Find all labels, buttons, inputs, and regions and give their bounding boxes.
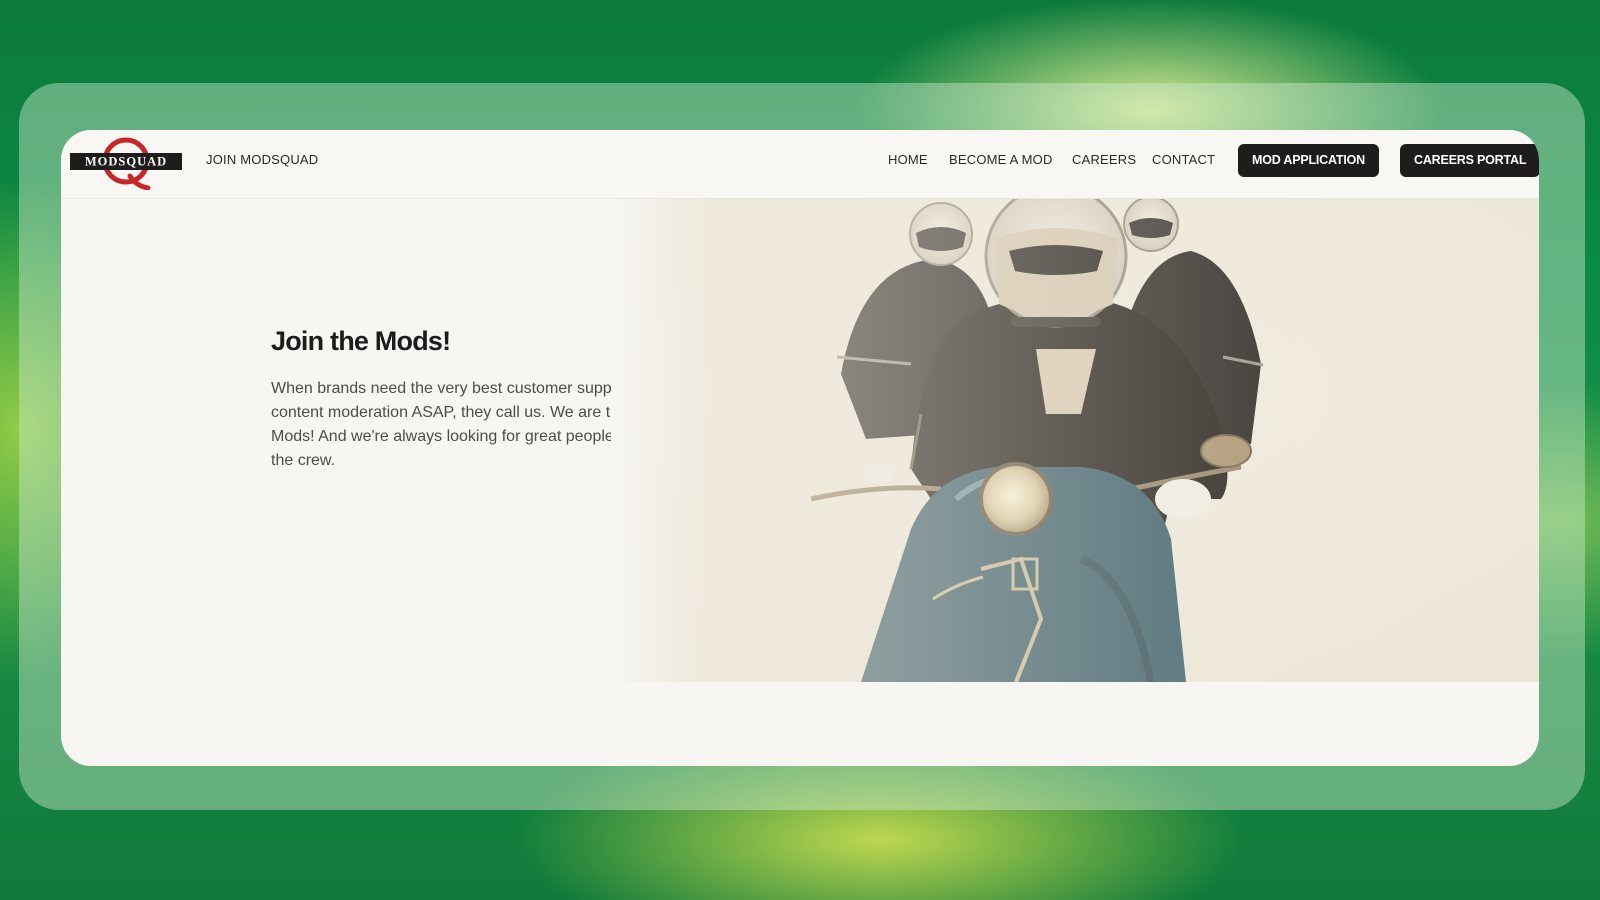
nav-link-careers[interactable]: CAREERS — [1072, 152, 1136, 167]
mod-application-button[interactable]: MOD APPLICATION — [1238, 144, 1379, 177]
nav-link-become-a-mod[interactable]: BECOME A MOD — [949, 152, 1053, 167]
nav-link-home[interactable]: HOME — [888, 152, 928, 167]
top-navigation-bar: MODSQUAD JOIN MODSQUAD HOME BECOME A MOD… — [61, 130, 1539, 199]
modsquad-logo[interactable]: MODSQUAD — [70, 134, 182, 190]
browser-card: MODSQUAD JOIN MODSQUAD HOME BECOME A MOD… — [61, 130, 1539, 766]
nav-link-contact[interactable]: CONTACT — [1152, 152, 1215, 167]
image-left-fade — [611, 199, 1539, 682]
nav-link-join-modsquad[interactable]: JOIN MODSQUAD — [206, 152, 318, 167]
hero-image-mod-riders — [611, 199, 1539, 682]
logo-text: MODSQUAD — [85, 155, 167, 169]
careers-portal-button[interactable]: CAREERS PORTAL — [1400, 144, 1539, 177]
